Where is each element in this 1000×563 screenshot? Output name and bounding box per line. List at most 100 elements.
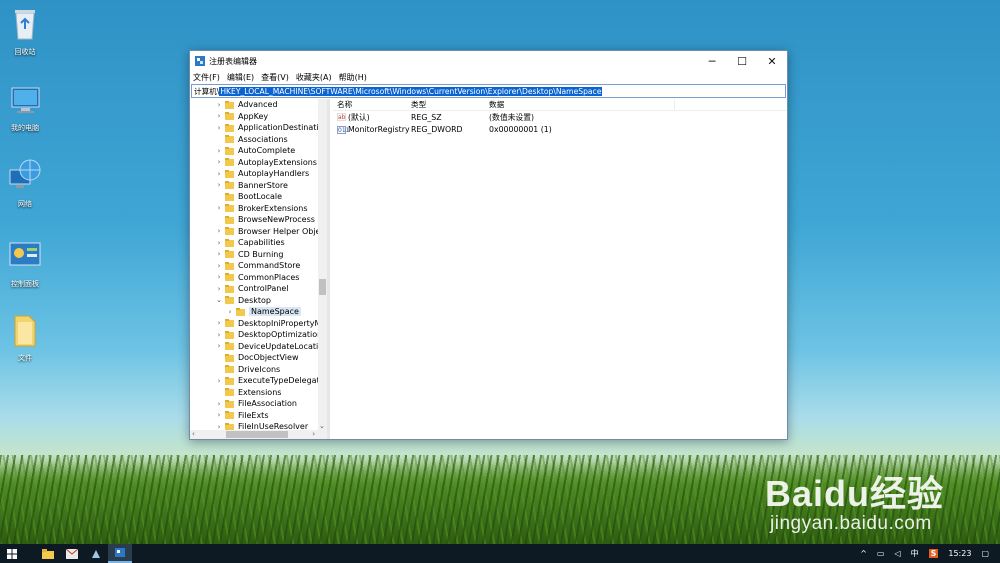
value-row[interactable]: 011 MonitorRegistry REG_DWORD 0x00000001…	[333, 124, 787, 137]
address-bar[interactable]: 计算机\ HKEY_LOCAL_MACHINE\SOFTWARE\Microso…	[191, 84, 786, 98]
scroll-left-arrow-icon[interactable]: ‹	[192, 430, 195, 438]
tree-item[interactable]: › BrokerExtensions	[190, 203, 327, 215]
value-row[interactable]: ab (默认) REG_SZ (数值未设置)	[333, 111, 787, 124]
tree-item[interactable]: › Advanced	[190, 99, 327, 111]
desktop-icon-network[interactable]: 网络	[0, 158, 50, 209]
expander-chevron-icon[interactable]: ›	[215, 170, 223, 178]
title-bar[interactable]: 注册表编辑器 ─ ☐ ✕	[190, 51, 787, 71]
tree-vertical-scrollbar[interactable]: ⌄	[318, 99, 327, 430]
tree-item[interactable]: › ExecuteTypeDelegate	[190, 375, 327, 387]
value-name: MonitorRegistry	[348, 125, 410, 135]
expander-chevron-icon[interactable]: ›	[215, 262, 223, 270]
desktop-icon-label: 回收站	[14, 48, 36, 56]
tree-item[interactable]: › FileAssociation	[190, 398, 327, 410]
tree-item[interactable]: › AppKey	[190, 111, 327, 123]
tree-item[interactable]: Extensions	[190, 387, 327, 399]
menu-favorites[interactable]: 收藏夹(A)	[296, 72, 332, 83]
tree-item[interactable]: › AutoplayExtensions	[190, 157, 327, 169]
recycle-bin-icon	[15, 10, 35, 40]
expander-chevron-icon[interactable]: ›	[215, 147, 223, 155]
address-path[interactable]: HKEY_LOCAL_MACHINE\SOFTWARE\Microsoft\Wi…	[219, 86, 603, 96]
menu-edit[interactable]: 编辑(E)	[227, 72, 254, 83]
tree-rows: › Advanced › AppKey › ApplicationDestinatio As…	[190, 99, 327, 433]
tree-item[interactable]: BrowseNewProcess	[190, 214, 327, 226]
tree-item[interactable]: › Browser Helper Objec	[190, 226, 327, 238]
desktop-icon-files[interactable]: 文件	[0, 312, 50, 363]
expander-chevron-icon[interactable]: ›	[215, 158, 223, 166]
tree-item[interactable]: › NameSpace	[190, 306, 327, 318]
tree-item[interactable]: › CommandStore	[190, 260, 327, 272]
expander-chevron-icon[interactable]: ›	[215, 331, 223, 339]
tree-item[interactable]: › CD Burning	[190, 249, 327, 261]
menu-view[interactable]: 查看(V)	[261, 72, 289, 83]
taskbar-mail[interactable]	[60, 544, 84, 563]
tray-chevron-up-icon[interactable]: ^	[860, 549, 867, 558]
maximize-icon[interactable]: ☐	[727, 51, 757, 71]
tree-item[interactable]: › DeviceUpdateLocatio	[190, 341, 327, 353]
tree-item[interactable]: › BannerStore	[190, 180, 327, 192]
tree-item[interactable]: › CommonPlaces	[190, 272, 327, 284]
expander-chevron-icon[interactable]: ›	[215, 273, 223, 281]
tree-horizontal-scrollbar[interactable]: ‹ ›	[190, 430, 327, 439]
notification-icon[interactable]: ▢	[981, 549, 989, 558]
header-data[interactable]: 数据	[489, 99, 675, 110]
tree-item[interactable]: › ApplicationDestinatio	[190, 122, 327, 134]
taskbar-app[interactable]	[84, 544, 108, 563]
minimize-icon[interactable]: ─	[697, 51, 727, 71]
tree-hscroll-thumb[interactable]	[226, 431, 288, 438]
tree-item-label: ApplicationDestinatio	[238, 123, 324, 133]
folder-icon	[225, 169, 234, 178]
taskbar-regedit[interactable]	[108, 544, 132, 563]
tree-item-label: AutoplayExtensions	[238, 157, 317, 167]
desktop-icon-recycle-bin[interactable]: 回收站	[0, 6, 50, 57]
expander-chevron-icon[interactable]: ›	[215, 112, 223, 120]
expander-chevron-icon[interactable]: ›	[215, 250, 223, 258]
tree-item[interactable]: DriveIcons	[190, 364, 327, 376]
tree-vscroll-thumb[interactable]	[319, 279, 326, 295]
tree-item[interactable]: › DesktopOptimization	[190, 329, 327, 341]
tray-clock[interactable]: 15:23	[948, 549, 971, 558]
taskbar-file-explorer[interactable]	[36, 544, 60, 563]
tray-network-icon[interactable]: ▭	[877, 549, 885, 558]
expander-chevron-icon[interactable]: ›	[215, 285, 223, 293]
header-name[interactable]: 名称	[333, 99, 411, 110]
start-button[interactable]	[0, 544, 24, 563]
expander-chevron-icon[interactable]: ›	[215, 239, 223, 247]
folder-icon	[225, 411, 234, 420]
expander-chevron-icon[interactable]: ›	[215, 319, 223, 327]
menu-file[interactable]: 文件(F)	[193, 72, 220, 83]
tree-item[interactable]: › AutoplayHandlers	[190, 168, 327, 180]
expander-chevron-icon[interactable]: ›	[215, 204, 223, 212]
tree-item[interactable]: Associations	[190, 134, 327, 146]
scroll-down-arrow-icon[interactable]: ⌄	[319, 422, 325, 430]
tree-item[interactable]: BootLocale	[190, 191, 327, 203]
expander-chevron-icon[interactable]: ›	[215, 124, 223, 132]
tree-item[interactable]: › ControlPanel	[190, 283, 327, 295]
expander-chevron-icon[interactable]: ›	[215, 342, 223, 350]
tray-volume-icon[interactable]: ◁	[894, 549, 900, 558]
menu-help[interactable]: 帮助(H)	[339, 72, 367, 83]
expander-chevron-icon[interactable]: ›	[215, 400, 223, 408]
desktop-icon-control-panel[interactable]: 控制面板	[0, 238, 50, 289]
tree-item[interactable]: ⌄ Desktop	[190, 295, 327, 307]
expander-chevron-icon[interactable]: ›	[215, 101, 223, 109]
tree-item[interactable]: › Capabilities	[190, 237, 327, 249]
tray-ime-icon[interactable]: S	[928, 549, 939, 558]
expander-chevron-icon[interactable]: ›	[215, 181, 223, 189]
desktop-icon-my-computer[interactable]: 我的电脑	[0, 82, 50, 133]
tray-language[interactable]: 中	[911, 548, 919, 559]
tree-item[interactable]: › DesktopIniPropertyM	[190, 318, 327, 330]
expander-chevron-icon[interactable]: ›	[215, 227, 223, 235]
tree-item[interactable]: › AutoComplete	[190, 145, 327, 157]
tree-item[interactable]: DocObjectView	[190, 352, 327, 364]
scroll-right-arrow-icon[interactable]: ›	[312, 430, 315, 438]
header-type[interactable]: 类型	[411, 99, 489, 110]
expander-chevron-icon[interactable]: ›	[226, 308, 234, 316]
folder-icon	[225, 342, 234, 351]
expander-chevron-icon[interactable]: ›	[215, 411, 223, 419]
window-title: 注册表编辑器	[209, 56, 257, 66]
tree-item[interactable]: › FileExts	[190, 410, 327, 422]
expander-chevron-icon[interactable]: ›	[215, 377, 223, 385]
close-icon[interactable]: ✕	[757, 51, 787, 71]
expander-chevron-icon[interactable]: ⌄	[215, 296, 223, 304]
